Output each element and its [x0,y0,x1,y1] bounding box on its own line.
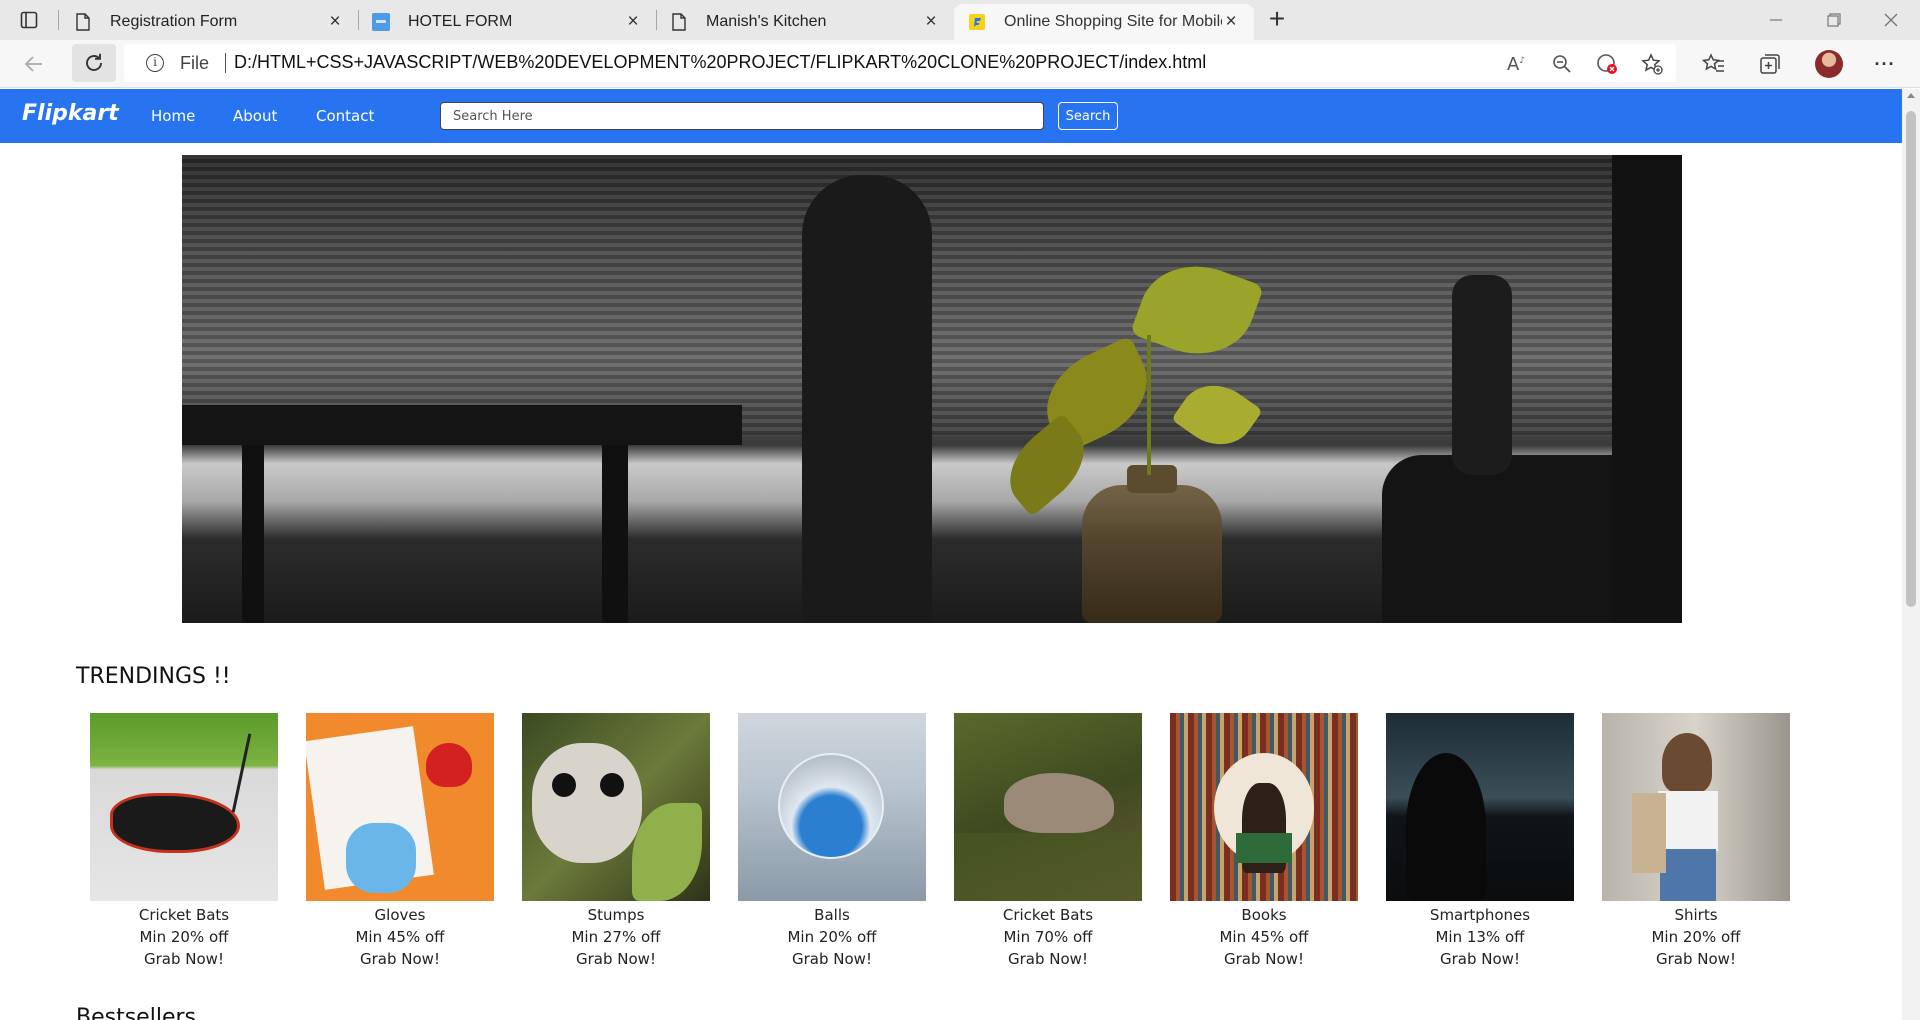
scrollbar-thumb[interactable] [1906,111,1916,607]
product-name: Stumps [587,906,645,924]
page-viewport: Flipkart Home About Contact Search TREND… [0,89,1902,1020]
product-name: Smartphones [1429,906,1531,924]
restore-icon[interactable] [1822,8,1846,32]
nav-about-link[interactable]: About [233,107,277,125]
page-scrollbar[interactable] [1902,89,1920,1020]
nav-contact-link[interactable]: Contact [316,107,374,125]
url-text[interactable]: D:/HTML+CSS+JAVASCRIPT/WEB%20DEVELOPMENT… [234,52,1206,73]
grab-now-link[interactable]: Grab Now! [1170,948,1358,970]
product-offer: Min 45% off [355,928,445,946]
grab-now-link[interactable]: Grab Now! [954,948,1142,970]
tab-title: HOTEL FORM [408,13,513,30]
product-card[interactable]: Smartphones Min 13% off Grab Now! [1386,713,1574,970]
page-icon [670,13,688,31]
add-favorite-icon[interactable] [1640,52,1664,76]
close-icon[interactable]: × [922,12,940,31]
tab-actions-icon[interactable] [18,9,40,31]
scroll-up-icon[interactable] [1907,93,1915,98]
page-icon [74,13,92,31]
reload-button[interactable] [72,44,116,82]
product-card[interactable]: Cricket Bats Min 20% off Grab Now! [90,713,278,970]
lemur-photo[interactable] [522,713,710,901]
window-close-icon[interactable] [1879,8,1903,32]
product-card[interactable]: Gloves Min 45% off Grab Now! [306,713,494,970]
nav-home-link[interactable]: Home [151,107,195,125]
product-offer: Min 13% off [1435,928,1525,946]
grasshopper-photo[interactable] [90,713,278,901]
profile-avatar[interactable] [1815,50,1843,78]
product-name: Shirts [1674,906,1718,924]
collections-icon[interactable] [1758,52,1782,76]
back-arrow-icon[interactable] [20,50,48,78]
woman-street-photo[interactable] [1602,713,1790,901]
product-name: Cricket Bats [1002,906,1094,924]
reload-icon [86,53,102,71]
grab-now-link[interactable]: Grab Now! [738,948,926,970]
product-offer: Min 20% off [1651,928,1741,946]
favorites-icon[interactable] [1702,52,1726,76]
minimize-icon[interactable] [1764,8,1788,32]
tracking-prevention-icon[interactable] [1595,52,1619,76]
glass-ball-photo[interactable] [738,713,926,901]
site-navbar: Flipkart Home About Contact Search [0,89,1902,143]
close-icon[interactable]: × [624,12,642,31]
browser-toolbar: i File D:/HTML+CSS+JAVASCRIPT/WEB%20DEVE… [0,40,1920,88]
tab-title: Manish's Kitchen [706,13,827,30]
close-icon[interactable]: × [1222,12,1240,31]
browser-tab-strip: Registration Form × HOTEL FORM × Manish'… [0,0,1920,40]
tab-registration-form[interactable]: Registration Form × [60,4,358,40]
frog-photo[interactable] [954,713,1142,901]
flipkart-favicon [968,13,986,31]
product-name: Gloves [374,906,426,924]
scheme-label: File [180,53,210,73]
close-icon[interactable]: × [326,12,344,31]
product-offer: Min 20% off [139,928,229,946]
address-bar[interactable]: i File D:/HTML+CSS+JAVASCRIPT/WEB%20DEVE… [124,44,1676,82]
zoom-out-icon[interactable] [1550,52,1574,76]
product-name: Cricket Bats [138,906,230,924]
info-icon[interactable]: i [146,54,164,72]
product-offer: Min 70% off [1003,928,1093,946]
tab-hotel-form[interactable]: HOTEL FORM × [358,4,656,40]
product-name: Balls [814,906,850,924]
grab-now-link[interactable]: Grab Now! [1602,948,1790,970]
search-button[interactable]: Search [1058,102,1118,130]
grab-now-link[interactable]: Grab Now! [306,948,494,970]
search-input[interactable] [440,102,1044,130]
hotel-favicon [372,13,390,31]
product-offer: Min 27% off [571,928,661,946]
grab-now-link[interactable]: Grab Now! [522,948,710,970]
product-offer: Min 20% off [787,928,877,946]
library-photo[interactable] [1170,713,1358,901]
product-offer: Min 45% off [1219,928,1309,946]
read-aloud-icon[interactable]: A♪ [1504,52,1528,76]
grab-now-link[interactable]: Grab Now! [90,948,278,970]
brand-logo[interactable]: Flipkart [22,101,119,126]
product-card[interactable]: Books Min 45% off Grab Now! [1170,713,1358,970]
bestsellers-heading: Bestsellers [76,1005,196,1020]
stethoscope-photo[interactable] [306,713,494,901]
night-silhouette-photo[interactable] [1386,713,1574,901]
trendings-heading: TRENDINGS !! [76,664,231,689]
new-tab-icon[interactable]: + [1264,5,1290,33]
product-name: Books [1241,906,1287,924]
tab-title: Online Shopping Site for Mobile [1004,13,1222,30]
tab-title: Registration Form [110,13,238,30]
product-card[interactable]: Shirts Min 20% off Grab Now! [1602,713,1790,970]
product-card[interactable]: Cricket Bats Min 70% off Grab Now! [954,713,1142,970]
tab-manishs-kitchen[interactable]: Manish's Kitchen × [656,4,954,40]
product-card[interactable]: Stumps Min 27% off Grab Now! [522,713,710,970]
product-card[interactable]: Balls Min 20% off Grab Now! [738,713,926,970]
hero-banner-image [182,155,1682,623]
grab-now-link[interactable]: Grab Now! [1386,948,1574,970]
tab-online-shopping[interactable]: Online Shopping Site for Mobile × [954,4,1254,40]
more-options-icon[interactable]: ··· [1873,52,1897,76]
